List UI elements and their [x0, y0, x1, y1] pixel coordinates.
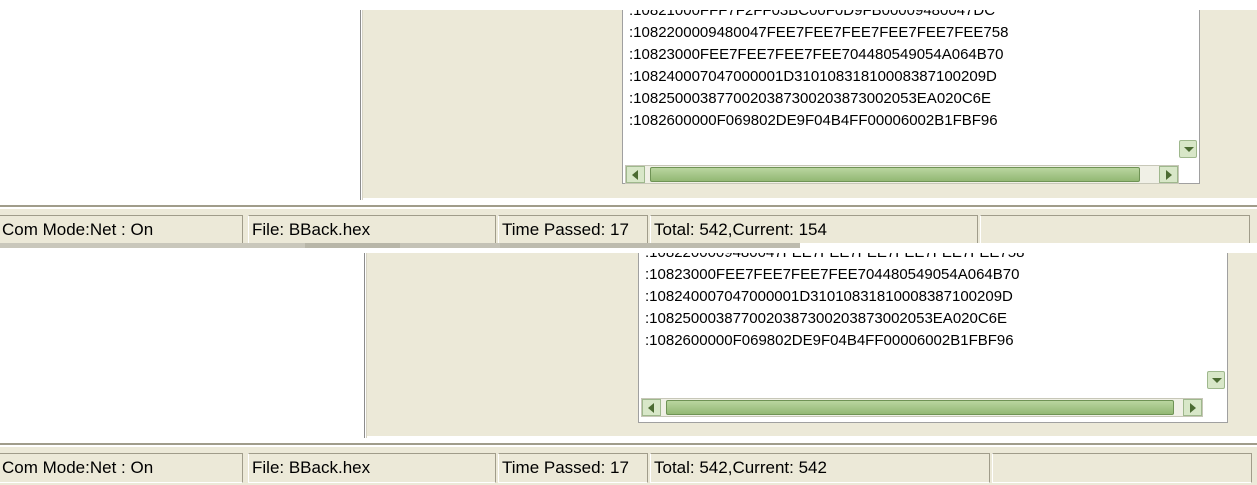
status-file: File: BBack.hex — [248, 453, 496, 483]
hex-line: :108240007047000001D31010831810008387100… — [645, 288, 1013, 305]
chevron-right-icon[interactable] — [1183, 399, 1202, 416]
hex-line: :1082600000F069802DE9F04B4FF00006002B1FB… — [629, 112, 998, 129]
status-file: File: BBack.hex — [248, 215, 496, 245]
chevron-left-icon[interactable] — [626, 166, 645, 183]
horizontal-scrollbar[interactable] — [625, 165, 1179, 184]
chevron-right-icon[interactable] — [1159, 166, 1178, 183]
hex-line: :1082500038770020387300203873002053EA020… — [645, 310, 1008, 327]
chevron-down-icon[interactable] — [1179, 140, 1197, 158]
hex-data-view[interactable]: :1082200009480047FEE7FEE7FEE7FEE7FEE7FEE… — [638, 253, 1228, 423]
hex-line: :108240007047000001D31010831810008387100… — [629, 68, 997, 85]
status-bar: Com Mode:Net : On File: BBack.hex Time P… — [0, 443, 1257, 485]
hex-line: :1082600000F069802DE9F04B4FF00006002B1FB… — [645, 332, 1014, 349]
scrollbar-thumb[interactable] — [650, 167, 1140, 182]
hex-line: :1082200009480047FEE7FEE7FEE7FEE7FEE7FEE… — [629, 24, 1009, 41]
status-bar: Com Mode:Net : On File: BBack.hex Time P… — [0, 205, 1257, 247]
hex-line: :10823000FEE7FEE7FEE7FEE704480549054A064… — [645, 266, 1020, 283]
chevron-left-icon[interactable] — [642, 399, 661, 416]
status-com-mode: Com Mode:Net : On — [0, 215, 243, 245]
progress-window-snapshot-2: :1082200009480047FEE7FEE7FEE7FEE7FEE7FEE… — [0, 253, 1257, 485]
status-time-passed: Time Passed: 17 — [498, 215, 648, 245]
status-empty — [992, 453, 1252, 483]
scrollbar-thumb[interactable] — [666, 400, 1174, 415]
hex-line: :1082500038770020387300203873002053EA020… — [629, 90, 992, 107]
horizontal-scrollbar[interactable] — [641, 398, 1203, 417]
status-progress: Total: 542,Current: 154 — [650, 215, 978, 245]
hex-data-view[interactable]: :10821000FFF7F2FF03BC00F0D9FB00009480047… — [622, 10, 1200, 184]
hex-line: :1082200009480047FEE7FEE7FEE7FEE7FEE7FEE… — [645, 253, 1024, 264]
chevron-down-icon[interactable] — [1207, 371, 1225, 389]
hex-line: :10821000FFF7F2FF03BC00F0D9FB00009480047… — [629, 10, 996, 19]
status-progress: Total: 542,Current: 542 — [650, 453, 990, 483]
status-time-passed: Time Passed: 17 — [498, 453, 648, 483]
progress-window-snapshot-1: :10821000FFF7F2FF03BC00F0D9FB00009480047… — [0, 10, 1257, 252]
status-com-mode: Com Mode:Net : On — [0, 453, 243, 483]
hex-line: :10823000FEE7FEE7FEE7FEE704480549054A064… — [629, 46, 1004, 63]
status-empty — [980, 215, 1250, 245]
